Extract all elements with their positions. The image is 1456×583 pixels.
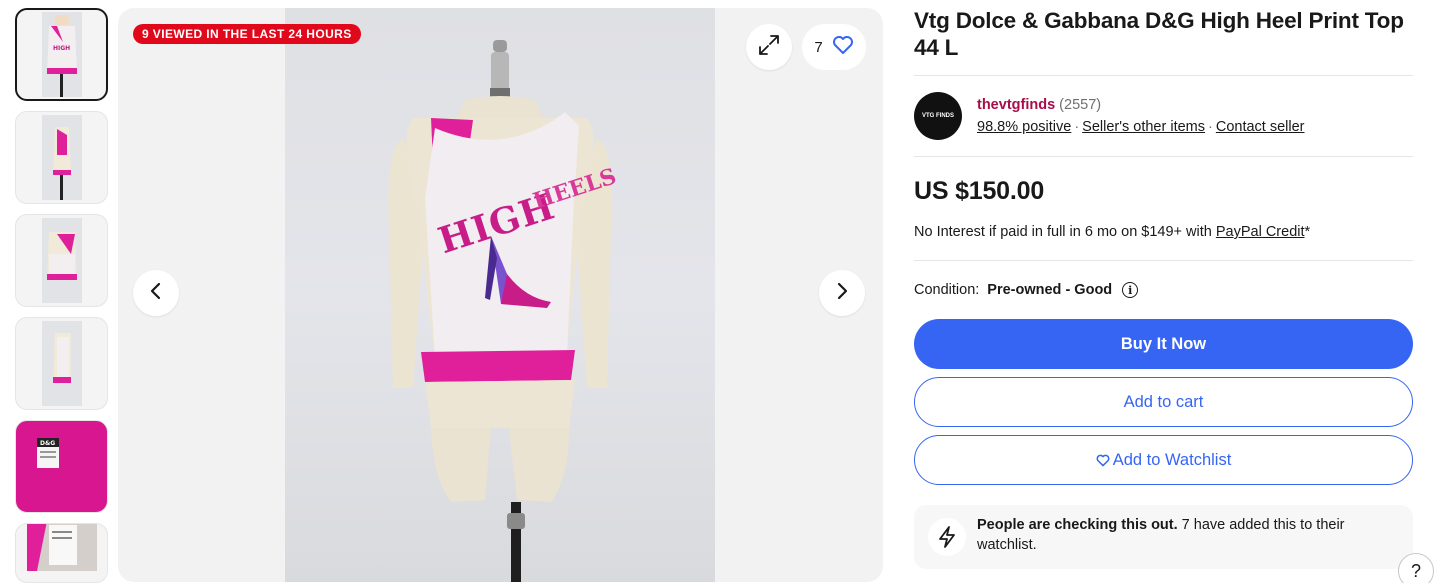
add-to-cart-button[interactable]: Add to cart	[914, 377, 1413, 427]
thumbnail-4[interactable]	[15, 317, 108, 410]
seller-info: thevtgfinds (2557) 98.8% positive · Seller…	[977, 97, 1305, 135]
thumbnail-3[interactable]	[15, 214, 108, 307]
seller-avatar[interactable]: VTG FINDS	[914, 92, 962, 140]
divider	[914, 260, 1413, 261]
thumbnail-image	[26, 524, 97, 582]
seller-logo-text: VTG FINDS	[921, 112, 954, 119]
credit-asterisk: *	[1304, 224, 1311, 240]
contact-seller-link[interactable]: Contact seller	[1216, 119, 1305, 135]
svg-text:D&G: D&G	[40, 440, 55, 447]
listing-panel: Vtg Dolce & Gabbana D&G High Heel Print …	[914, 0, 1413, 569]
expand-icon	[758, 34, 780, 61]
popularity-alert: People are checking this out. 7 have add…	[914, 505, 1413, 569]
listing-title: Vtg Dolce & Gabbana D&G High Heel Print …	[914, 8, 1404, 60]
svg-text:HIGH: HIGH	[53, 45, 70, 52]
thumbnail-image	[27, 115, 97, 200]
thumbnail-image	[27, 321, 97, 406]
credit-offer-text: No Interest if paid in full in 6 mo on $…	[914, 224, 1216, 240]
expand-button[interactable]	[746, 24, 792, 70]
add-to-watchlist-button[interactable]: Add to Watchlist	[914, 435, 1413, 485]
chevron-right-icon	[834, 282, 850, 305]
info-icon[interactable]: i	[1122, 282, 1139, 298]
thumbnail-6[interactable]	[15, 523, 108, 583]
condition-value: Pre-owned - Good	[987, 282, 1113, 298]
heart-icon	[1096, 454, 1110, 467]
separator-dot: ·	[1208, 119, 1213, 135]
watch-count-button[interactable]: 7	[802, 24, 866, 70]
thumbnail-2[interactable]	[15, 111, 108, 204]
heart-icon	[832, 35, 854, 59]
buy-it-now-button[interactable]: Buy It Now	[914, 319, 1413, 369]
thumbnail-image: D&G	[26, 424, 97, 509]
thumbnail-5[interactable]: D&G	[15, 420, 108, 513]
views-badge: 9 VIEWED IN THE LAST 24 HOURS	[133, 24, 361, 44]
separator-dot: ·	[1074, 119, 1080, 135]
lightning-icon	[928, 518, 966, 556]
main-image-gallery: HIGH HEELS 9 VIEWED IN THE LAST 24 HOURS…	[118, 8, 883, 582]
alert-text: People are checking this out. 7 have add…	[977, 515, 1399, 555]
chevron-left-icon	[148, 282, 164, 305]
paypal-credit-link[interactable]: PayPal Credit	[1216, 224, 1305, 240]
thumbnail-image	[27, 218, 97, 303]
thumbnail-image: HIGH	[27, 12, 97, 97]
help-button[interactable]: ?	[1398, 553, 1434, 583]
condition-label: Condition:	[914, 282, 980, 298]
thumbnail-strip: HIGH D&G	[15, 8, 110, 583]
seller-other-items-link[interactable]: Seller's other items	[1082, 119, 1205, 135]
seller-section: VTG FINDS thevtgfinds (2557) 98.8% posit…	[914, 76, 1413, 156]
credit-offer: No Interest if paid in full in 6 mo on $…	[914, 224, 1413, 240]
divider	[914, 156, 1413, 157]
previous-image-button[interactable]	[133, 270, 179, 316]
seller-name-link[interactable]: thevtgfinds	[977, 97, 1055, 113]
seller-feedback-count: (2557)	[1059, 97, 1102, 113]
add-to-watchlist-label: Add to Watchlist	[1112, 450, 1232, 469]
item-price: US $150.00	[914, 177, 1045, 205]
watch-count: 7	[814, 38, 823, 56]
positive-feedback-link[interactable]: 98.8% positive	[977, 119, 1071, 135]
main-product-photo[interactable]: HIGH HEELS	[285, 8, 715, 582]
seller-links: 98.8% positive · Seller's other items · Cont…	[977, 119, 1305, 135]
thumbnail-1[interactable]: HIGH	[15, 8, 108, 101]
condition-row: Condition: Pre-owned - Good i	[914, 282, 1413, 298]
next-image-button[interactable]	[819, 270, 865, 316]
alert-headline: People are checking this out.	[977, 517, 1178, 533]
mannequin-photo: HIGH HEELS	[388, 40, 620, 582]
